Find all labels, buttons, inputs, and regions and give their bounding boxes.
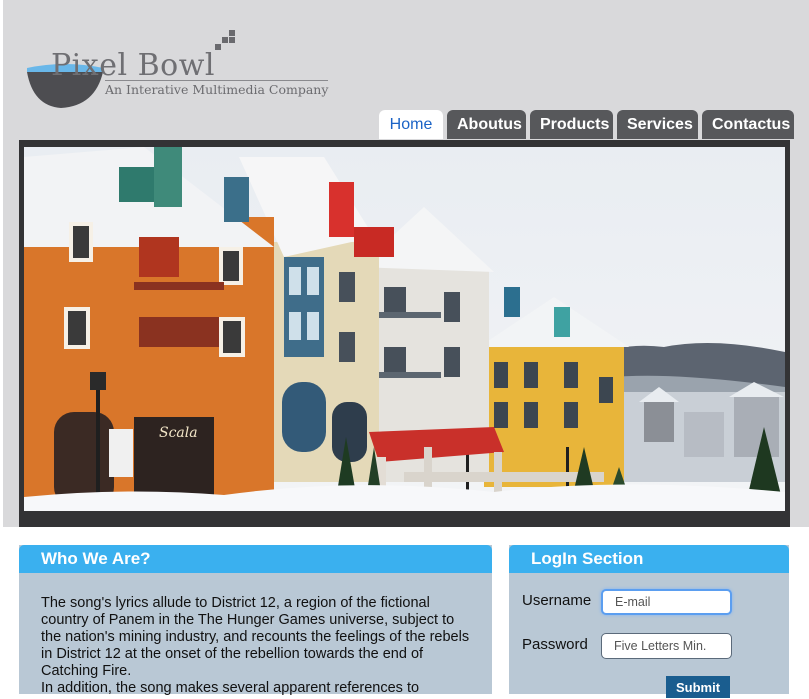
- logo-square-icon: [229, 37, 235, 43]
- nav-aboutus[interactable]: Aboutus: [447, 110, 526, 139]
- banner-shop-sign: Scala: [159, 425, 198, 441]
- who-we-are-body: The song's lyrics allude to District 12,…: [19, 573, 492, 697]
- banner-image: Scala: [24, 147, 785, 511]
- nav-products[interactable]: Products: [530, 110, 613, 139]
- username-label: Username: [522, 592, 592, 609]
- logo[interactable]: Pixel Bowl An Interative Multimedia Comp…: [25, 28, 345, 118]
- nav-services[interactable]: Services: [617, 110, 698, 139]
- username-input[interactable]: [601, 589, 732, 615]
- banner-frame: Scala: [19, 140, 790, 527]
- login-panel: LogIn Section Username Password Submit: [509, 545, 789, 698]
- nav-home[interactable]: Home: [379, 110, 443, 139]
- logo-title: Pixel Bowl: [51, 48, 215, 83]
- who-we-are-panel: Who We Are? The song's lyrics allude to …: [19, 545, 492, 697]
- logo-square-icon: [215, 44, 221, 50]
- submit-button[interactable]: Submit: [666, 676, 730, 698]
- password-label: Password: [522, 636, 588, 653]
- logo-square-icon: [222, 37, 228, 43]
- header: Pixel Bowl An Interative Multimedia Comp…: [3, 0, 809, 527]
- main-nav: Home Aboutus Products Services Contactus: [379, 110, 794, 139]
- login-title: LogIn Section: [509, 545, 789, 573]
- logo-square-icon: [229, 30, 235, 36]
- password-input[interactable]: [601, 633, 732, 659]
- who-we-are-title: Who We Are?: [19, 545, 492, 573]
- nav-contactus[interactable]: Contactus: [702, 110, 794, 139]
- who-paragraph-2: In addition, the song makes several appa…: [41, 680, 420, 696]
- who-paragraph-1: The song's lyrics allude to District 12,…: [41, 595, 470, 679]
- logo-subtitle: An Interative Multimedia Company: [105, 80, 329, 97]
